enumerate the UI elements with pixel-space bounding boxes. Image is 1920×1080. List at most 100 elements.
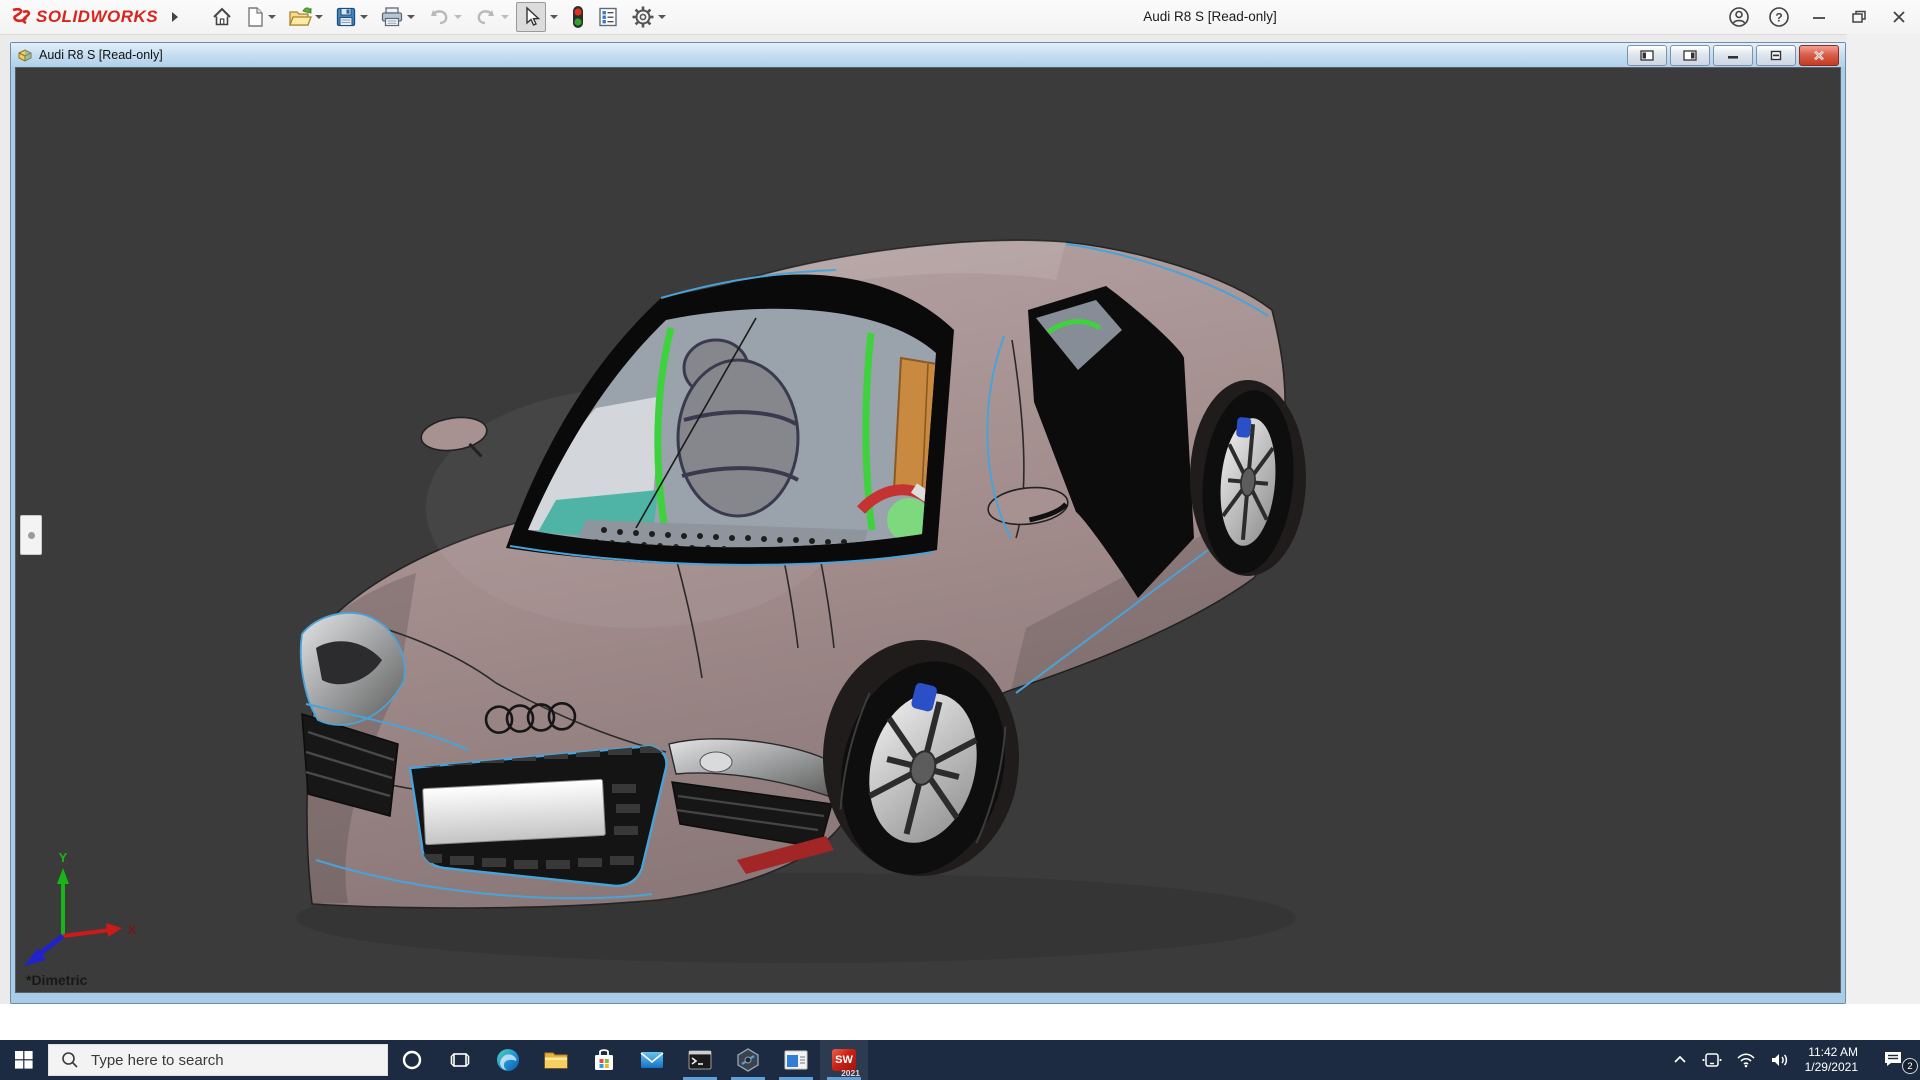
app-titlebar: SOLIDWORKS xyxy=(0,0,1920,35)
open-button[interactable] xyxy=(283,2,328,32)
notification-count-badge: 2 xyxy=(1902,1058,1918,1074)
app-window-title: Audi R8 S [Read-only] xyxy=(1040,0,1380,34)
edge-icon xyxy=(495,1047,521,1073)
taskbar-app-command-prompt[interactable] xyxy=(676,1040,724,1080)
speaker-icon xyxy=(1770,1052,1790,1068)
close-button[interactable] xyxy=(1886,4,1912,30)
display-icon xyxy=(1702,1052,1722,1068)
tray-date: 1/29/2021 xyxy=(1805,1060,1858,1075)
new-document-button[interactable] xyxy=(240,2,281,32)
doc-minimize-button[interactable] xyxy=(1713,45,1753,66)
redo-button[interactable] xyxy=(469,2,514,32)
taskbar-app-solidworks[interactable]: SW 2021 xyxy=(820,1040,868,1080)
rebuild-button[interactable] xyxy=(566,2,590,32)
document-title: Audi R8 S [Read-only] xyxy=(39,48,163,62)
command-prompt-icon xyxy=(687,1048,713,1072)
solidworks-taskbar-icon: SW 2021 xyxy=(832,1049,856,1071)
taskbar-app-mail[interactable] xyxy=(628,1040,676,1080)
search-icon xyxy=(61,1051,79,1069)
undo-button[interactable] xyxy=(422,2,467,32)
home-icon xyxy=(211,6,233,28)
doc-minimize-icon xyxy=(1726,50,1740,61)
account-button[interactable] xyxy=(1726,4,1752,30)
task-view-icon xyxy=(449,1049,471,1071)
status-bar xyxy=(0,1004,1920,1040)
select-button[interactable] xyxy=(516,2,546,32)
open-dropdown[interactable] xyxy=(315,15,323,19)
redo-icon xyxy=(474,6,498,28)
windows-taskbar: SW 2021 xyxy=(0,1040,1920,1080)
save-dropdown[interactable] xyxy=(360,15,368,19)
file-properties-button[interactable] xyxy=(592,2,624,32)
hexagon-app-icon xyxy=(735,1047,761,1073)
task-view-button[interactable] xyxy=(436,1040,484,1080)
windows-logo-icon xyxy=(15,1051,33,1069)
toolbar-flyout-arrow[interactable] xyxy=(172,12,178,22)
print-button[interactable] xyxy=(375,2,420,32)
restore-button[interactable] xyxy=(1846,4,1872,30)
sw-letters: SW xyxy=(835,1054,853,1066)
file-properties-icon xyxy=(597,6,619,28)
taskbar-app-hexagon[interactable] xyxy=(724,1040,772,1080)
solidworks-logo: SOLIDWORKS xyxy=(10,7,158,27)
gear-icon xyxy=(631,5,655,29)
notification-icon xyxy=(1882,1050,1904,1070)
tray-chevron-button[interactable] xyxy=(1665,1040,1695,1080)
redo-dropdown[interactable] xyxy=(501,15,509,19)
pane-right-icon xyxy=(1683,50,1697,61)
start-button[interactable] xyxy=(0,1040,48,1080)
taskbar-app-blue-window[interactable] xyxy=(772,1040,820,1080)
wifi-icon xyxy=(1736,1052,1756,1068)
car-model-3d[interactable]: Y X xyxy=(16,68,1840,992)
featuremanager-collapsed-tab[interactable] xyxy=(20,515,42,555)
help-icon: ? xyxy=(1768,6,1790,28)
tray-clock[interactable]: 11:42 AM 1/29/2021 xyxy=(1797,1045,1866,1075)
home-button[interactable] xyxy=(206,2,238,32)
solidworks-logo-icon xyxy=(10,7,32,27)
print-dropdown[interactable] xyxy=(407,15,415,19)
open-folder-icon xyxy=(288,6,312,28)
svg-text:X: X xyxy=(128,923,136,937)
task-pane-collapsed-area[interactable] xyxy=(1847,34,1920,1004)
view-orientation-label: *Dimetric xyxy=(26,972,87,988)
main-toolbar xyxy=(206,0,671,34)
cortana-button[interactable] xyxy=(388,1040,436,1080)
undo-dropdown[interactable] xyxy=(454,15,462,19)
brand-text: SOLIDWORKS xyxy=(36,7,158,27)
tray-time: 11:42 AM xyxy=(1805,1045,1858,1060)
document-titlebar[interactable]: Audi R8 S [Read-only] xyxy=(11,43,1845,67)
tray-display-button[interactable] xyxy=(1695,1040,1729,1080)
minimize-button[interactable] xyxy=(1806,4,1832,30)
options-dropdown[interactable] xyxy=(658,15,666,19)
doc-close-button[interactable] xyxy=(1799,45,1839,66)
tray-wifi-button[interactable] xyxy=(1729,1040,1763,1080)
action-center-button[interactable]: 2 xyxy=(1866,1040,1920,1080)
search-input[interactable] xyxy=(89,1051,373,1070)
doc-restore-icon xyxy=(1769,50,1783,61)
taskbar-search[interactable] xyxy=(48,1044,388,1076)
svg-text:?: ? xyxy=(1775,11,1782,25)
tray-volume-button[interactable] xyxy=(1763,1040,1797,1080)
pane-left-icon xyxy=(1640,50,1654,61)
doc-restore-button[interactable] xyxy=(1756,45,1796,66)
save-icon xyxy=(335,6,357,28)
graphics-viewport[interactable]: Y X *Dimetric xyxy=(15,67,1841,993)
save-button[interactable] xyxy=(330,2,373,32)
taskbar-app-file-explorer[interactable] xyxy=(532,1040,580,1080)
blue-window-app-icon xyxy=(783,1048,809,1072)
options-button[interactable] xyxy=(626,2,671,32)
undo-icon xyxy=(427,6,451,28)
new-document-dropdown[interactable] xyxy=(268,15,276,19)
document-window: Audi R8 S [Read-only] xyxy=(10,42,1846,1004)
taskbar-app-store[interactable] xyxy=(580,1040,628,1080)
taskbar-app-edge[interactable] xyxy=(484,1040,532,1080)
help-button[interactable]: ? xyxy=(1766,4,1792,30)
doc-pane-right-button[interactable] xyxy=(1670,45,1710,66)
mail-icon xyxy=(639,1048,665,1072)
print-icon xyxy=(380,6,404,28)
select-dropdown[interactable] xyxy=(550,15,558,19)
doc-pane-left-button[interactable] xyxy=(1627,45,1667,66)
file-explorer-icon xyxy=(543,1047,569,1073)
restore-icon xyxy=(1850,8,1868,26)
cortana-icon xyxy=(401,1049,423,1071)
